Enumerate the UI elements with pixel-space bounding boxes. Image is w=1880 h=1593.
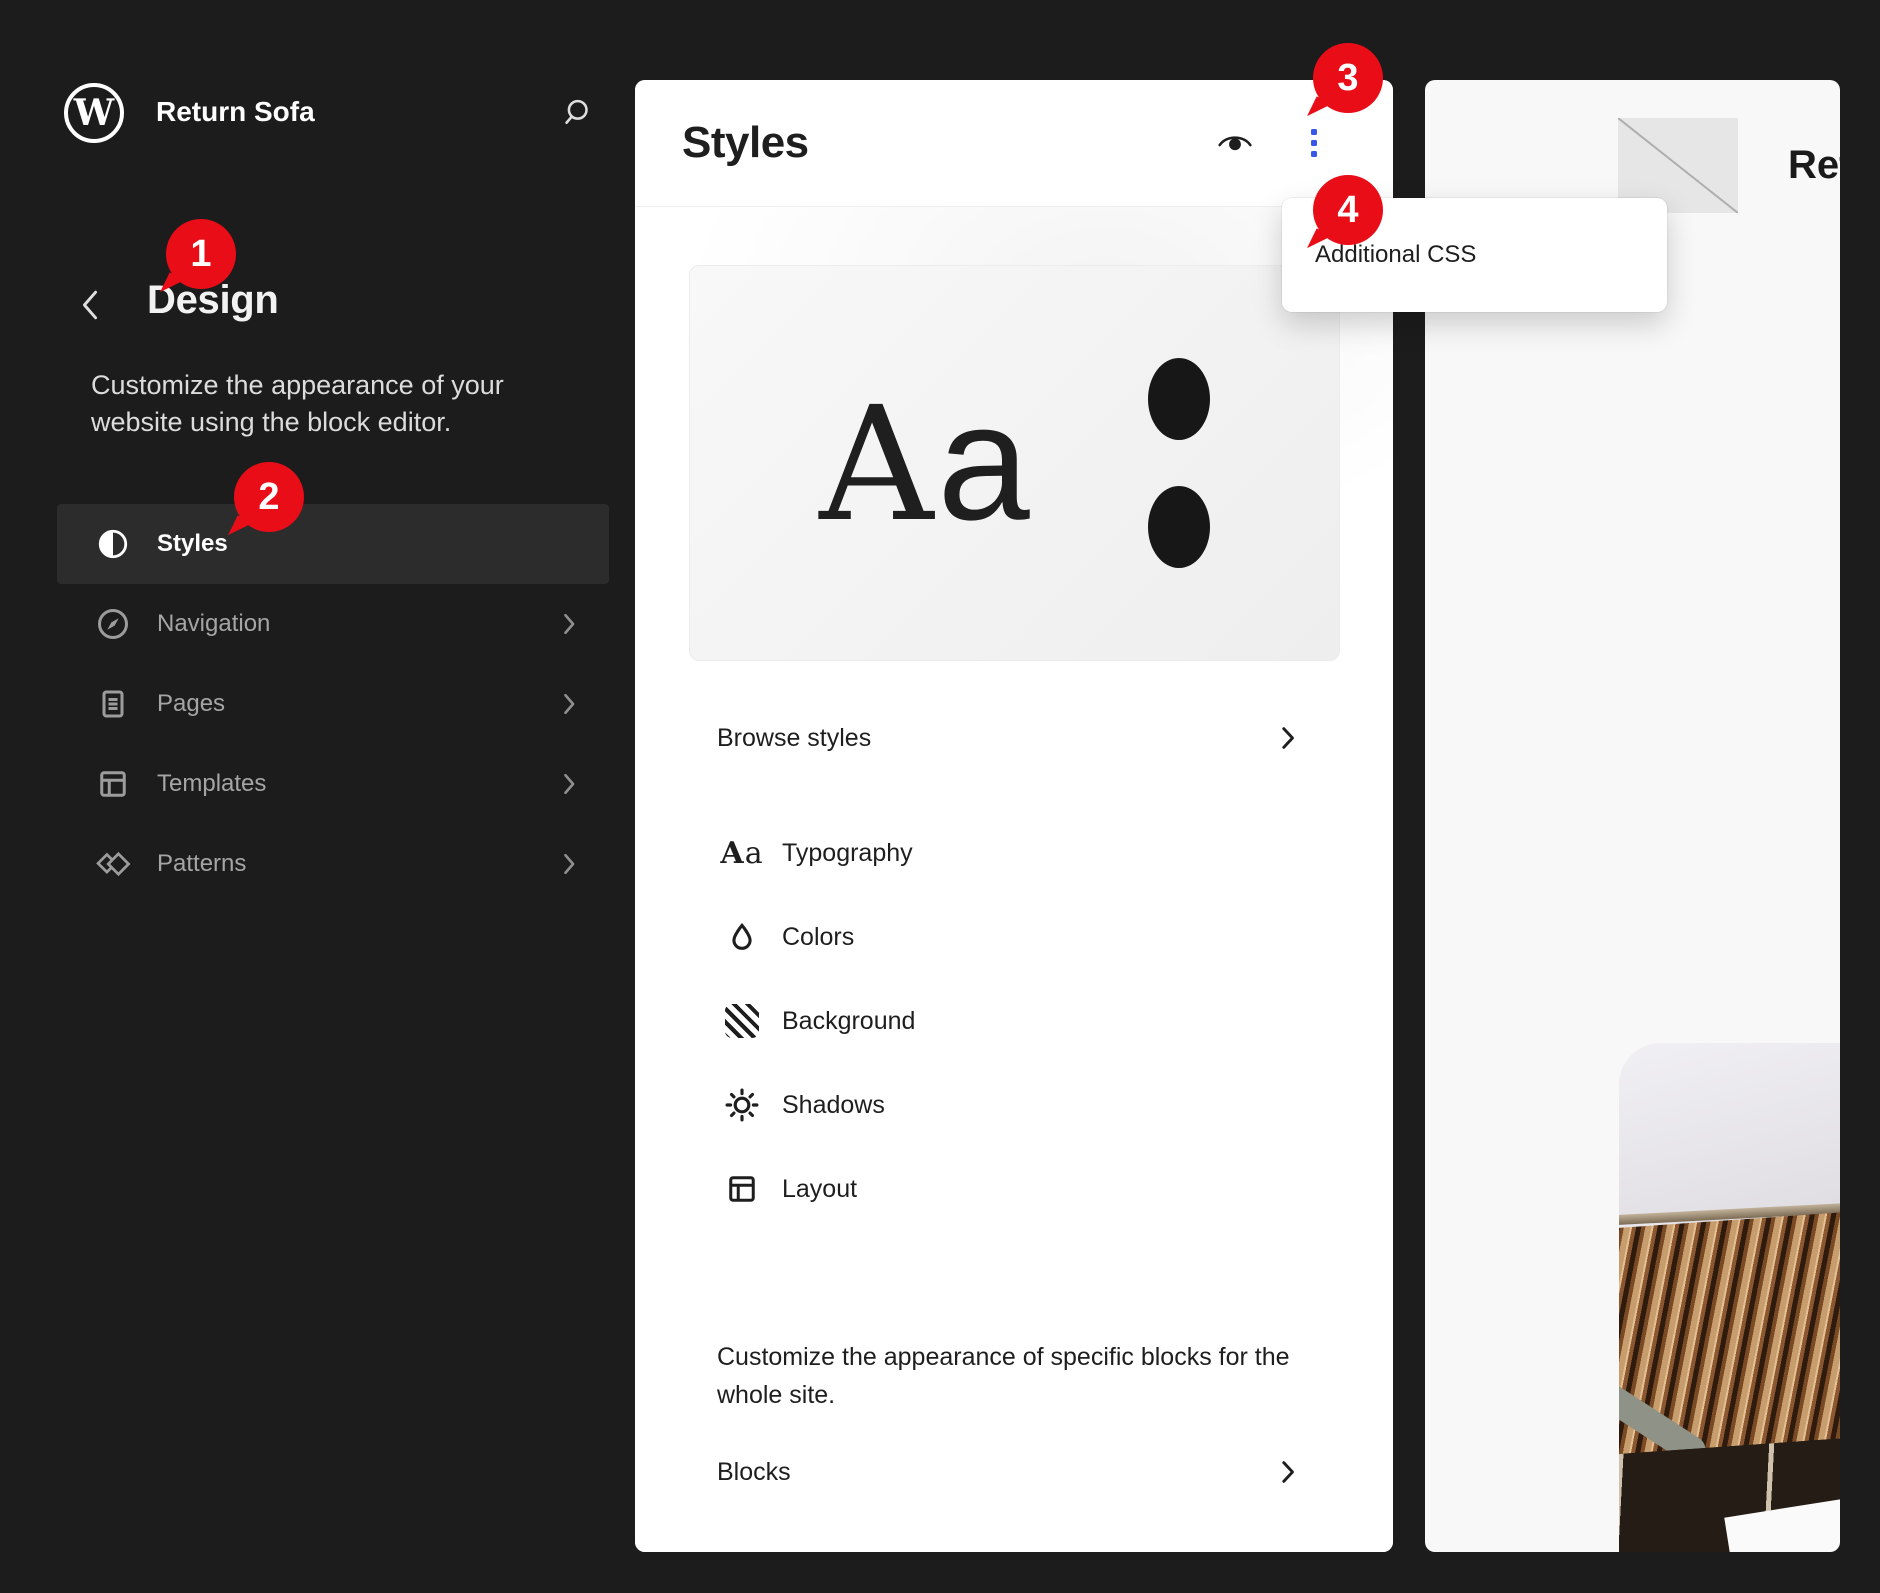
section-label: Shadows [782,1090,885,1119]
patterns-diamonds-icon [94,845,132,883]
section-layout[interactable]: Layout [717,1147,1295,1231]
section-label: Layout [782,1174,858,1203]
preview-letter-sans: a [937,370,1030,555]
style-preview-dots [1147,358,1210,568]
section-typography[interactable]: Aa Typography [717,811,1295,895]
section-colors[interactable]: Colors [717,895,1295,979]
navigation-compass-icon [94,605,132,643]
preview-dot [1147,358,1210,440]
droplet-icon [720,919,764,955]
sofa-photo [1619,1043,1840,1552]
section-label: Colors [782,922,855,951]
styles-actions-button[interactable] [1297,121,1331,165]
sidebar-item-label: Pages [157,690,226,717]
search-button[interactable] [555,90,599,134]
sidebar-item-styles[interactable]: Styles [57,504,609,584]
section-label: Typography [782,838,913,867]
annotation-badge-4: 4 [1313,175,1383,245]
site-editor-page: W Return Sofa Design Customize the appea… [0,0,1880,1593]
chevron-left-icon [80,289,100,321]
preview-letter-serif: A [819,373,934,557]
menu-item-additional-css[interactable]: Additional CSS [1315,241,1476,269]
preview-dot [1147,486,1210,568]
sun-brightness-icon [720,1086,764,1124]
styles-panel: Styles A a Browse styles A a Typography … [635,80,1393,1552]
typography-aa-icon: Aa [720,835,764,871]
chevron-right-icon [562,852,576,876]
section-shadows[interactable]: Shadows [717,1063,1295,1147]
wordpress-logo-icon[interactable]: W [64,83,124,143]
preview-styles-button[interactable] [1213,121,1257,165]
section-label: Background [782,1006,916,1035]
browse-styles-button[interactable]: Browse styles [717,708,1295,768]
section-background[interactable]: Background [717,979,1295,1063]
styles-panel-title: Styles [682,118,809,167]
blocks-hint-text: Customize the appearance of specific blo… [717,1343,1290,1409]
style-preview-card[interactable]: A a [689,265,1340,661]
sidebar-item-label: Patterns [157,850,247,877]
vertical-ellipsis-icon [1311,140,1317,146]
layout-grid-icon [720,1171,764,1207]
sidebar-item-templates[interactable]: Templates [57,744,609,824]
style-preview-letters: A a [819,380,1029,546]
back-button[interactable] [70,284,110,326]
chevron-right-icon [562,692,576,716]
photo-wall-area [1619,1043,1840,1223]
eye-icon [1216,130,1254,156]
sidebar-item-patterns[interactable]: Patterns [57,824,609,904]
sidebar-item-navigation[interactable]: Navigation [57,584,609,664]
annotation-badge-3: 3 [1313,43,1383,113]
templates-layout-icon [94,765,132,803]
styles-half-circle-icon [94,525,132,563]
chevron-right-icon [1280,1459,1295,1485]
sidebar-item-label: Navigation [157,610,271,637]
hatch-stripes-icon [720,1004,764,1038]
wordpress-logo-letter: W [73,92,115,134]
blocks-button[interactable]: Blocks [717,1442,1295,1502]
blocks-label: Blocks [717,1457,791,1486]
style-sections-list: Aa Typography Colors Background Shadows … [717,811,1295,1231]
annotation-badge-2: 2 [234,462,304,532]
pages-document-icon [94,685,132,723]
sidebar-item-label: Templates [157,770,267,797]
annotation-badge-1: 1 [166,219,236,289]
sidebar-item-label: Styles [157,530,228,557]
chevron-right-icon [562,612,576,636]
preview-site-heading: Ret [1788,143,1840,187]
vertical-ellipsis-icon [1311,151,1317,157]
site-title: Return Sofa [156,96,315,127]
sidebar-description: Customize the appearance of your website… [91,370,504,437]
chevron-right-icon [562,772,576,796]
chevron-right-icon [1280,725,1295,751]
editor-sidebar: W Return Sofa Design Customize the appea… [0,0,635,1593]
sidebar-item-pages[interactable]: Pages [57,664,609,744]
search-icon [560,95,594,129]
browse-styles-label: Browse styles [717,723,872,752]
design-menu: Styles Navigation Pages Templates Patter… [57,504,609,904]
vertical-ellipsis-icon [1311,129,1317,135]
styles-panel-header: Styles [635,80,1393,207]
